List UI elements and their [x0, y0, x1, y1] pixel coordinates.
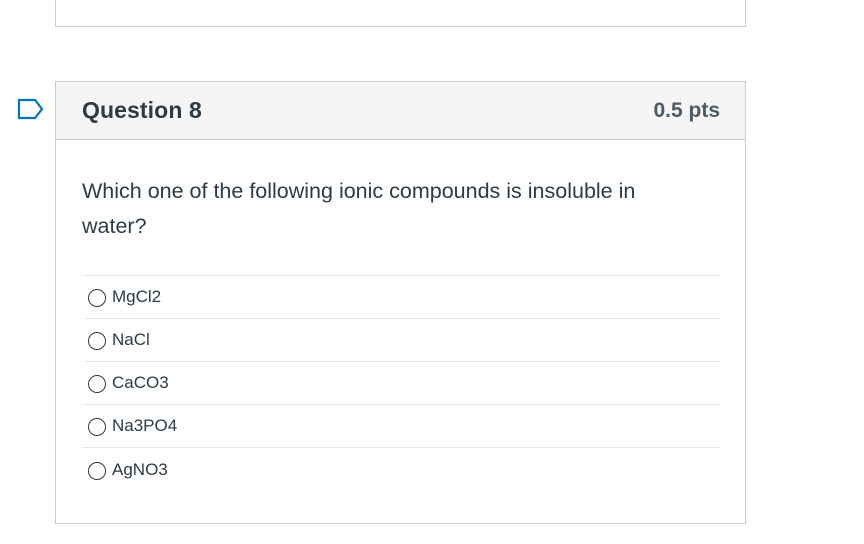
radio-button[interactable]: [88, 289, 106, 307]
answer-option[interactable]: CaCO3: [82, 362, 720, 405]
answer-option[interactable]: NaCl: [82, 319, 720, 362]
radio-button[interactable]: [88, 418, 106, 436]
answer-option[interactable]: AgNO3: [82, 448, 720, 491]
question-body: Which one of the following ionic compoun…: [56, 140, 745, 491]
question-points: 0.5 pts: [653, 98, 720, 122]
answer-label: MgCl2: [112, 287, 162, 306]
answer-list: MgCl2 NaCl CaCO3 Na3PO4 AgNO3: [82, 275, 720, 491]
flag-question-icon[interactable]: [16, 96, 46, 122]
previous-question-box: [55, 0, 746, 27]
question-title: Question 8: [82, 97, 202, 123]
radio-button[interactable]: [88, 332, 106, 350]
question-text: Which one of the following ionic compoun…: [82, 179, 636, 238]
answer-label: NaCl: [112, 330, 150, 349]
answer-label: Na3PO4: [112, 416, 178, 435]
answer-label: AgNO3: [112, 459, 168, 479]
radio-button[interactable]: [88, 461, 106, 480]
radio-button[interactable]: [88, 375, 106, 393]
question-header: Question 8 0.5 pts: [56, 82, 745, 140]
answer-label: CaCO3: [112, 373, 169, 392]
answer-option[interactable]: MgCl2: [82, 276, 720, 319]
answer-option[interactable]: Na3PO4: [82, 405, 720, 448]
question-card: Question 8 0.5 pts Which one of the foll…: [55, 81, 746, 524]
quiz-page: Question 8 0.5 pts Which one of the foll…: [0, 0, 864, 544]
